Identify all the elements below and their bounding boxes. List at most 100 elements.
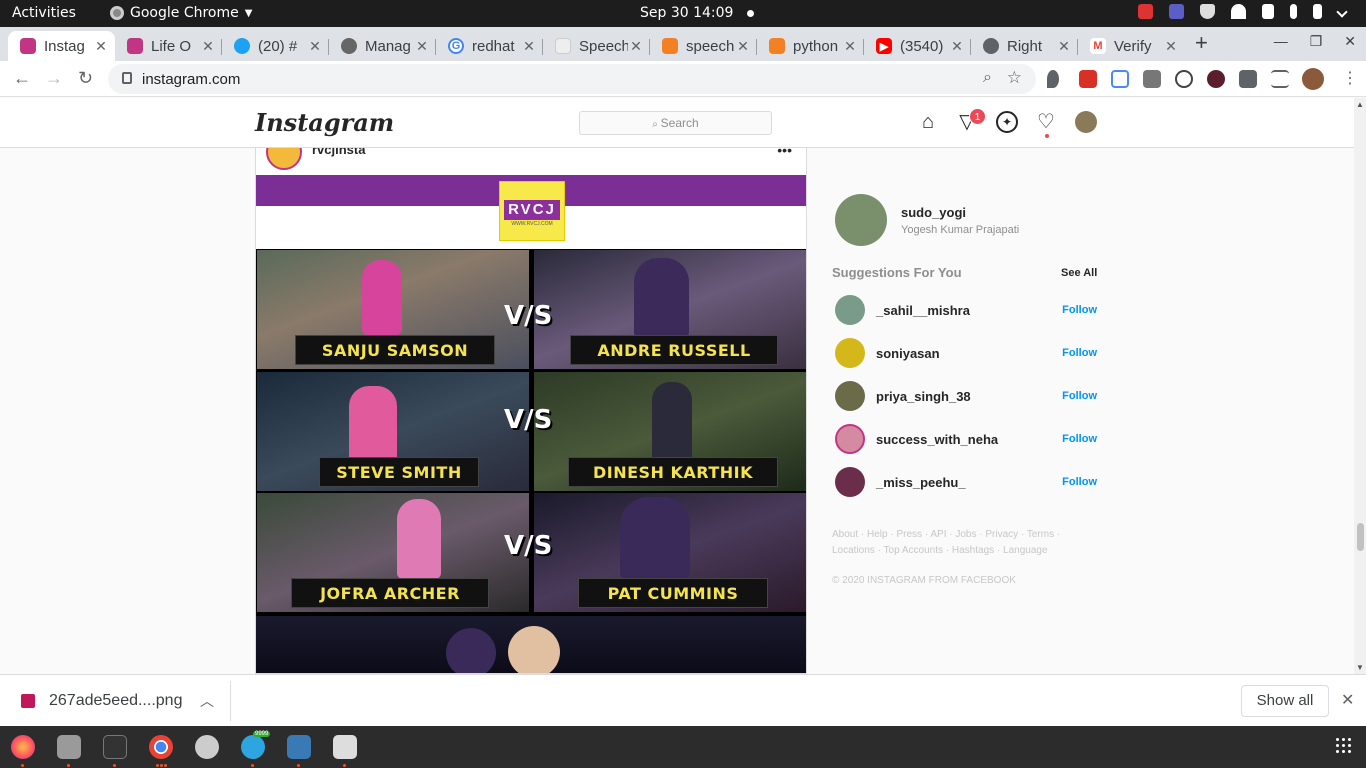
new-tab-button[interactable]: + (1195, 30, 1208, 56)
suggestion-username[interactable]: _sahil__mishra (876, 303, 970, 318)
ext-k-icon[interactable] (1207, 70, 1225, 88)
footer-links[interactable]: About · Help · Press · API · Jobs · Priv… (832, 529, 1060, 540)
lock-icon[interactable] (122, 72, 132, 84)
follow-button[interactable]: Follow (1062, 433, 1097, 445)
activities-button[interactable]: Activities (12, 5, 76, 21)
follow-button[interactable]: Follow (1062, 476, 1097, 488)
footer-links[interactable]: Locations · Top Accounts · Hashtags · La… (832, 545, 1048, 556)
app-indicator-icon[interactable] (1138, 4, 1153, 19)
power-menu-icon[interactable] (1336, 5, 1348, 18)
teams-icon[interactable] (1169, 4, 1184, 19)
media-queue-icon[interactable] (1271, 70, 1289, 88)
bookmark-star-icon[interactable]: ☆ (1007, 68, 1022, 88)
close-tab-icon[interactable]: ✕ (949, 38, 965, 55)
see-all-link[interactable]: See All (1061, 267, 1097, 279)
location-pin-icon[interactable] (1047, 70, 1059, 88)
follow-button[interactable]: Follow (1062, 390, 1097, 402)
address-bar[interactable]: instagram.com ⌕ ☆ (108, 64, 1036, 94)
chrome-icon[interactable] (149, 735, 173, 759)
suggestion-username[interactable]: success_with_neha (876, 432, 998, 447)
reload-icon[interactable]: ↻ (78, 68, 93, 89)
ext-window-icon[interactable] (1111, 70, 1129, 88)
search-input[interactable]: ⌕ Search (579, 111, 772, 135)
tab-right[interactable]: Right ✕ (971, 31, 1078, 61)
app-grid-icon[interactable] (1336, 738, 1352, 754)
profile-avatar[interactable] (1075, 111, 1097, 133)
scroll-down-icon[interactable]: ▼ (1356, 663, 1364, 672)
system-tray[interactable] (1138, 4, 1348, 19)
volume-icon[interactable] (1262, 4, 1274, 19)
suggestion-avatar[interactable] (835, 338, 865, 368)
tab-python[interactable]: python ✕ (757, 31, 864, 61)
follow-button[interactable]: Follow (1062, 347, 1097, 359)
close-tab-icon[interactable]: ✕ (1163, 38, 1179, 55)
extensions-puzzle-icon[interactable] (1239, 70, 1257, 88)
suggestion-avatar[interactable] (835, 295, 865, 325)
suggestion-avatar[interactable] (835, 381, 865, 411)
home-icon[interactable]: ⌂ (917, 111, 939, 133)
profile-avatar[interactable] (1302, 68, 1324, 90)
clock[interactable]: Sep 30 14:09 (640, 5, 755, 21)
chevron-up-icon[interactable]: ︿ (200, 691, 214, 711)
close-tab-icon[interactable]: ✕ (521, 38, 537, 55)
close-icon[interactable]: ✕ (1341, 690, 1354, 710)
chrome-menu-icon[interactable]: ⋮ (1342, 68, 1358, 88)
software-store-icon[interactable] (195, 735, 219, 759)
close-tab-icon[interactable]: ✕ (735, 38, 751, 55)
tab-manage[interactable]: Manag ✕ (329, 31, 436, 61)
forward-arrow-icon[interactable]: → (45, 68, 63, 89)
suggestion-avatar[interactable] (835, 424, 865, 454)
minimize-icon[interactable]: — (1274, 33, 1288, 50)
terminal-icon[interactable] (103, 735, 127, 759)
close-tab-icon[interactable]: ✕ (93, 38, 109, 55)
zoom-icon[interactable]: ⌕ (983, 69, 992, 87)
tab-instagram[interactable]: Instag ✕ (8, 31, 115, 61)
ext-tb-icon[interactable] (1143, 70, 1161, 88)
post-author[interactable]: rvcjinsta (312, 148, 365, 157)
tab-speech-so[interactable]: speech ✕ (650, 31, 757, 61)
scrollbar-thumb[interactable] (1357, 523, 1364, 551)
battery-icon[interactable] (1313, 4, 1322, 19)
suggestion-username[interactable]: soniyasan (876, 346, 940, 361)
scroll-up-icon[interactable]: ▲ (1356, 100, 1364, 109)
tab-twitter[interactable]: (20) # ✕ (222, 31, 329, 61)
app-menu[interactable]: Google Chrome ▼ (110, 5, 252, 21)
instagram-logo[interactable]: Instagram (255, 108, 394, 137)
tab-life[interactable]: Life O ✕ (115, 31, 222, 61)
more-options-icon[interactable]: ••• (777, 148, 792, 158)
close-tab-icon[interactable]: ✕ (200, 38, 216, 55)
shield-icon[interactable] (1200, 4, 1215, 19)
close-tab-icon[interactable]: ✕ (414, 38, 430, 55)
close-tab-icon[interactable]: ✕ (1056, 38, 1072, 55)
activity-heart-icon[interactable]: ♡ (1035, 111, 1057, 133)
download-item[interactable]: 267ade5eed....png (49, 692, 182, 710)
image-viewer-icon[interactable] (333, 735, 357, 759)
show-all-button[interactable]: Show all (1241, 685, 1329, 717)
close-tab-icon[interactable]: ✕ (628, 38, 644, 55)
explore-compass-icon[interactable]: ✦ (996, 111, 1018, 133)
current-username[interactable]: sudo_yogi (901, 205, 966, 220)
close-window-icon[interactable]: ✕ (1344, 33, 1356, 50)
files-icon[interactable] (57, 735, 81, 759)
page-scrollbar[interactable]: ▲ ▼ (1354, 98, 1366, 674)
telegram-icon[interactable] (241, 735, 265, 759)
suggestion-username[interactable]: _miss_peehu_ (876, 475, 966, 490)
post-author-avatar[interactable] (266, 148, 302, 170)
tab-speech[interactable]: Speech ✕ (543, 31, 650, 61)
wifi-icon[interactable] (1231, 4, 1246, 19)
post-image[interactable]: SANJU SAMSON ANDRE RUSSELL V/S STEVE SMI… (256, 249, 806, 616)
ext-red-icon[interactable] (1079, 70, 1097, 88)
speedometer-icon[interactable] (1175, 70, 1193, 88)
current-user-avatar[interactable] (835, 194, 887, 246)
suggestion-username[interactable]: priya_singh_38 (876, 389, 971, 404)
microphone-icon[interactable] (1290, 4, 1297, 19)
maximize-icon[interactable]: ❐ (1310, 33, 1323, 50)
firefox-icon[interactable] (11, 735, 35, 759)
back-arrow-icon[interactable]: ← (13, 68, 31, 89)
close-tab-icon[interactable]: ✕ (307, 38, 323, 55)
tab-youtube[interactable]: ▶ (3540) ✕ (864, 31, 971, 61)
follow-button[interactable]: Follow (1062, 304, 1097, 316)
close-tab-icon[interactable]: ✕ (842, 38, 858, 55)
tab-redhat[interactable]: G redhat ✕ (436, 31, 543, 61)
screenshot-icon[interactable] (287, 735, 311, 759)
